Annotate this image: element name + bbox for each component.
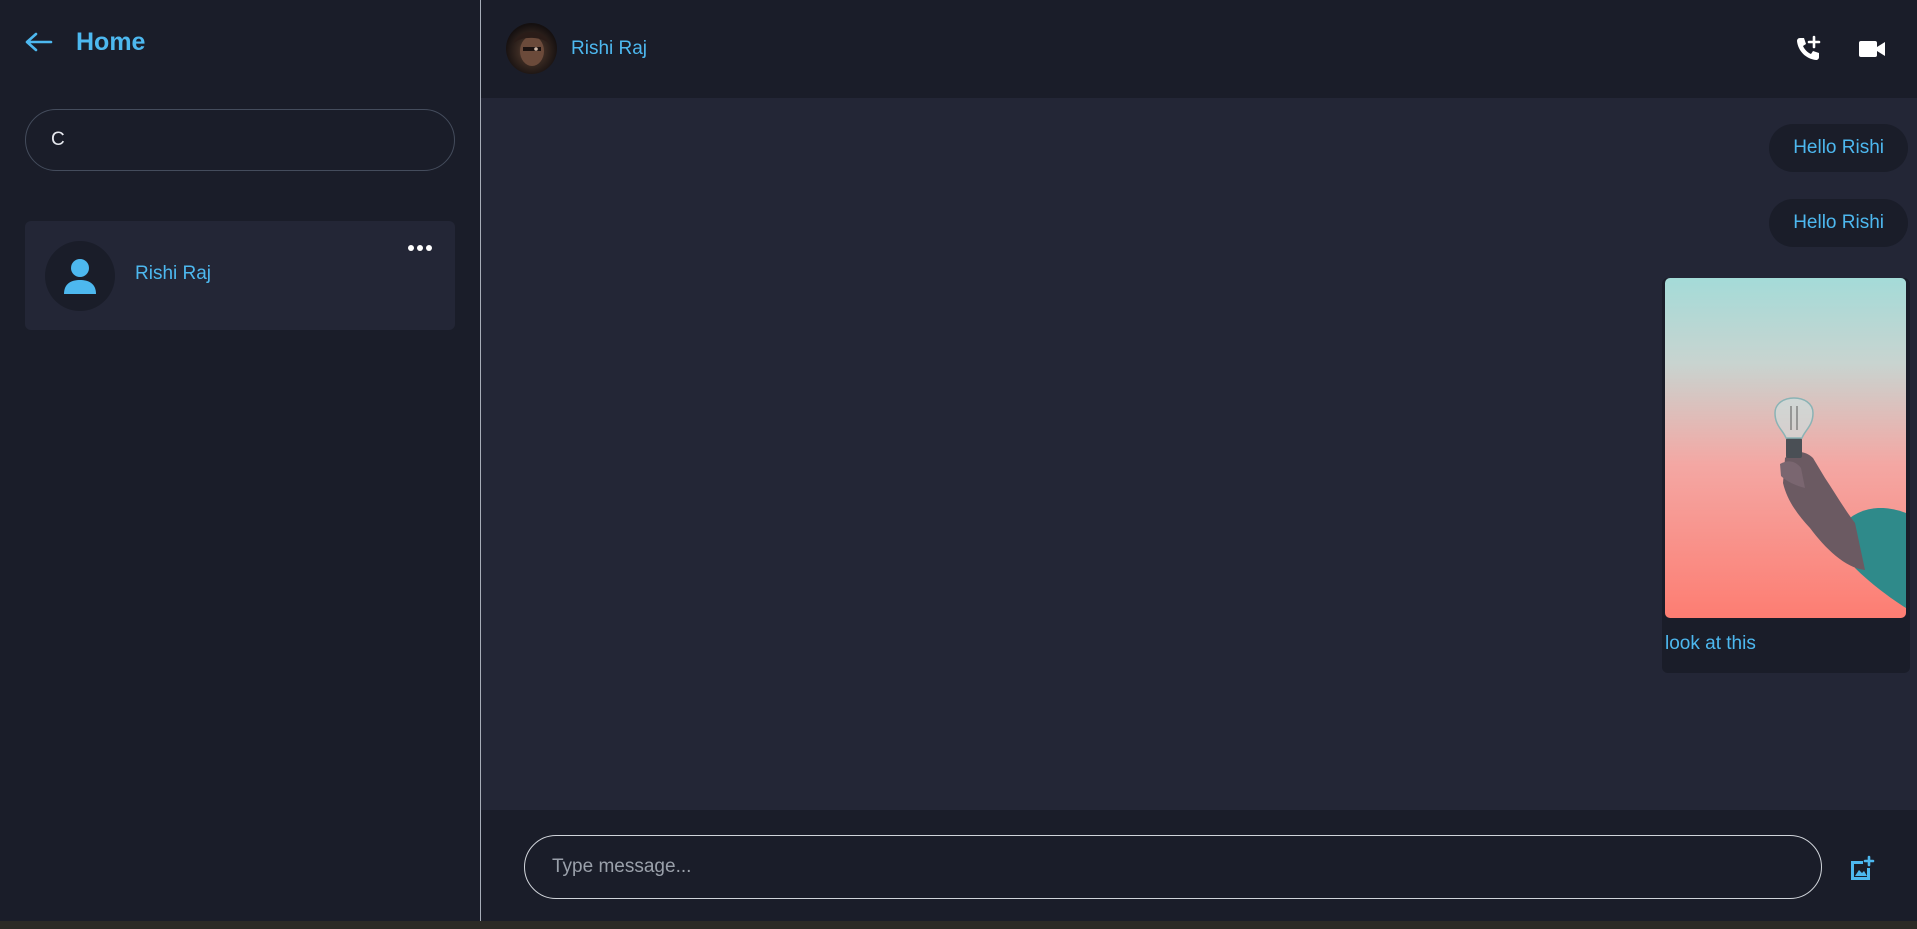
home-link[interactable]: Home: [24, 24, 145, 60]
video-camera-icon[interactable]: [1858, 37, 1886, 61]
add-photo-icon[interactable]: [1848, 855, 1876, 883]
message-bubble: Hello Rishi: [1769, 199, 1908, 247]
message-text: Hello Rishi: [1793, 137, 1884, 158]
home-label[interactable]: Home: [76, 28, 145, 57]
profile-photo: [514, 32, 550, 66]
taskbar-edge: [0, 921, 1917, 929]
image-message: look at this: [1662, 278, 1910, 673]
phone-add-icon[interactable]: [1794, 35, 1822, 63]
message-input[interactable]: [552, 856, 1794, 878]
message-text: Hello Rishi: [1793, 212, 1884, 233]
arrow-left-icon[interactable]: [24, 31, 54, 53]
lightbulb-photo: [1774, 397, 1906, 608]
image-caption: look at this: [1665, 633, 1756, 654]
message-image[interactable]: [1665, 278, 1906, 618]
message-field[interactable]: [524, 835, 1822, 899]
contact-name: Rishi Raj: [135, 263, 212, 284]
search-input[interactable]: [51, 129, 429, 151]
avatar[interactable]: [506, 23, 557, 74]
message-list: Hello Rishi Hello Rishi look at this: [481, 98, 1917, 810]
chat-contact-name: Rishi Raj: [571, 38, 648, 59]
contact-list-item[interactable]: Rishi Raj: [25, 221, 455, 330]
avatar: [45, 241, 115, 311]
message-bubble: Hello Rishi: [1769, 124, 1908, 172]
chat-header: Rishi Raj: [481, 0, 1917, 98]
sidebar: Home Rishi Raj: [0, 0, 480, 921]
search-field[interactable]: [25, 109, 455, 171]
message-composer: [481, 810, 1917, 921]
chat-app: Home Rishi Raj: [0, 0, 1917, 929]
person-icon: [64, 259, 96, 294]
more-horizontal-icon[interactable]: [407, 243, 433, 253]
